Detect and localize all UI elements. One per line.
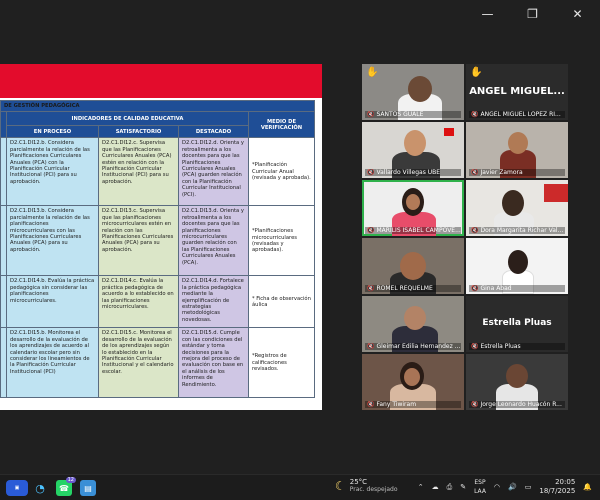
participant-tile[interactable]: 🔇 Gleimar Edilia Hernandez ... (362, 296, 464, 352)
cell-proceso: D2.C1.DI12.b. Considera parcialmente la … (6, 137, 99, 207)
table-row: D2.C1.DI15.b. Monitorea el desarrollo de… (0, 327, 315, 399)
header-en-proceso: EN PROCESO (6, 125, 99, 139)
participant-tile[interactable]: 🔇 Gina Abad (466, 238, 568, 294)
mic-muted-icon: 🔇 (471, 227, 479, 234)
cell-medio: *Planificaciones microcurriculares (revi… (248, 205, 315, 277)
mic-muted-icon: 🔇 (471, 285, 479, 292)
onedrive-icon[interactable]: ☁ (432, 483, 439, 491)
participant-name: Dora Margarita Richar Val... (480, 227, 564, 234)
cell-medio: *Registros de calificaciones revisados. (248, 327, 315, 399)
app-icon[interactable]: ▤ (80, 480, 96, 496)
mic-muted-icon: 🔇 (471, 401, 479, 408)
participant-tile[interactable]: ✋ 🔇 SANTOS GUALE (362, 64, 464, 120)
chevron-up-icon[interactable]: ⌃ (418, 483, 424, 491)
mic-muted-icon: 🔇 (471, 343, 479, 350)
window-controls: — ❐ ✕ (465, 0, 600, 28)
shared-screen: DE GESTIÓN PEDAGÓGICA INDICADORES DE CAL… (0, 64, 322, 410)
cell-medio: *Planificación Curricular Anual (revisad… (248, 137, 315, 207)
weather-icon: ☾ (335, 478, 346, 493)
cell-medio: * Ficha de observación áulica (248, 275, 315, 329)
table-row: D2.C1.DI12.b. Considera parcialmente la … (0, 137, 315, 207)
mic-muted-icon: 🔇 (367, 401, 375, 408)
mic-muted-icon: 🔇 (471, 111, 479, 118)
close-icon[interactable]: ✕ (555, 0, 600, 28)
table-row: D2.C1.DI13.b. Considera parcialmente la … (0, 205, 315, 277)
participant-gallery: ✋ 🔇 SANTOS GUALE ✋ ANGEL MIGUEL... 🔇 ANGEL… (362, 64, 568, 410)
language-indicator[interactable]: ESP LAA (474, 478, 486, 496)
weather-widget[interactable]: ☾ 25°C Prac. despejado (335, 478, 397, 493)
table-row: D2.C1.DI14.b. Evalúa la práctica pedagóg… (0, 275, 315, 329)
cell-proceso: D2.C1.DI15.b. Monitorea el desarrollo de… (6, 327, 99, 399)
cell-destacado: D2.C1.DI13.d. Orienta y retroalimenta a … (178, 205, 249, 277)
participant-name: Jorge Leonardo Huacón R... (480, 401, 562, 408)
cell-proceso: D2.C1.DI14.b. Evalúa la práctica pedagóg… (6, 275, 99, 329)
taskbar: ▣ ◔ ☎ 12 ▤ ☾ 25°C Prac. despejado ⌃ ☁ ⎙ ✎… (0, 474, 600, 500)
participant-name: Estrella Pluas (480, 343, 521, 350)
participant-name: MARILIS ISABEL CAMPOVE... (376, 227, 461, 234)
edge-browser-icon[interactable]: ◔ (32, 480, 48, 496)
participant-tile[interactable]: 🔇 ROMEL REQUELME (362, 238, 464, 294)
participant-name: Vallardo Villegas UBE (376, 169, 441, 176)
group-header: INDICADORES DE CALIDAD EDUCATIVA (6, 111, 249, 127)
participant-tile[interactable]: 🔇 Javier Zamora (466, 122, 568, 178)
participant-tile[interactable]: 🔇 Vallardo Villegas UBE (362, 122, 464, 178)
cell-satisfactorio: D2.C1.DI14.c. Evalúa la práctica pedagóg… (98, 275, 179, 329)
mic-muted-icon: 🔇 (367, 343, 375, 350)
participant-display-name: Estrella Pluas (482, 318, 552, 328)
raised-hand-icon: ✋ (470, 67, 483, 78)
participant-name: Fany Tiwiram (376, 401, 417, 408)
raised-hand-icon: ✋ (366, 67, 379, 78)
weather-condition: Prac. despejado (349, 486, 398, 493)
meeting-window: — ❐ ✕ DE GESTIÓN PEDAGÓGICA INDICADORES … (0, 0, 600, 474)
cell-satisfactorio: D2.C1.DI13.c. Supervisa que las planific… (98, 205, 179, 277)
whatsapp-icon[interactable]: ☎ 12 (56, 477, 76, 496)
participant-display-name: ANGEL MIGUEL... (469, 86, 565, 97)
participant-name: SANTOS GUALE (376, 111, 424, 118)
participant-name: Javier Zamora (480, 169, 523, 176)
clock-time: 20:05 (555, 478, 576, 486)
clock[interactable]: 20:05 18/7/2025 (539, 478, 575, 496)
samsung-icon[interactable]: ▣ (6, 480, 28, 496)
header-medio: MEDIO DE VERIFICACIÓN (248, 111, 315, 139)
participant-tile[interactable]: ✋ ANGEL MIGUEL... 🔇 ANGEL MIGUEL LOPEZ RI… (466, 64, 568, 120)
notification-badge: 12 (65, 477, 76, 483)
participant-name: Gleimar Edilia Hernandez ... (376, 343, 461, 350)
restore-icon[interactable]: ❐ (510, 0, 555, 28)
wifi-icon[interactable]: ◠ (494, 483, 500, 491)
participant-tile[interactable]: 🔇 Fany Tiwiram (362, 354, 464, 410)
mic-muted-icon: 🔇 (367, 111, 375, 118)
mic-muted-icon: 🔇 (367, 227, 375, 234)
battery-icon[interactable]: ▭ (525, 483, 532, 491)
cell-destacado: D2.C1.DI14.d. Fortalece la práctica peda… (178, 275, 249, 329)
participant-tile[interactable]: Estrella Pluas 🔇 Estrella Pluas (466, 296, 568, 352)
participant-name: ANGEL MIGUEL LOPEZ RI... (480, 111, 561, 118)
section-title: DE GESTIÓN PEDAGÓGICA (0, 99, 315, 113)
mic-muted-icon: 🔇 (367, 169, 375, 176)
indicators-table: DE GESTIÓN PEDAGÓGICA INDICADORES DE CAL… (0, 99, 315, 399)
participant-name: ROMEL REQUELME (376, 285, 433, 292)
header-destacado: DESTACADO (178, 125, 249, 139)
cell-satisfactorio: D2.C1.DI15.c. Monitorea el desarrollo de… (98, 327, 179, 399)
participant-name: Gina Abad (480, 285, 512, 292)
volume-icon[interactable]: 🔊 (508, 483, 517, 491)
pen-icon[interactable]: ✎ (460, 483, 466, 491)
participant-tile[interactable]: 🔇 Dora Margarita Richar Val... (466, 180, 568, 236)
clock-date: 18/7/2025 (539, 487, 576, 495)
participant-tile-active[interactable]: 🔇 MARILIS ISABEL CAMPOVE... (362, 180, 464, 236)
cell-destacado: D2.C1.DI12.d. Orienta y retroalimenta a … (178, 137, 249, 207)
cell-satisfactorio: D2.C1.DI12.c. Supervisa que las Planific… (98, 137, 179, 207)
cell-destacado: D2.C1.DI15.d. Cumple con las condiciones… (178, 327, 249, 399)
weather-temp: 25°C (349, 478, 368, 486)
system-tray: ⌃ ☁ ⎙ ✎ ESP LAA ◠ 🔊 ▭ 20:05 18/7/2025 🔔 (418, 478, 592, 496)
cell-proceso: D2.C1.DI13.b. Considera parcialmente la … (6, 205, 99, 277)
mic-muted-icon: 🔇 (367, 285, 375, 292)
slide-header-band (0, 64, 322, 98)
participant-tile[interactable]: 🔇 Jorge Leonardo Huacón R... (466, 354, 568, 410)
printer-icon[interactable]: ⎙ (447, 483, 453, 492)
header-satisfactorio: SATISFACTORIO (98, 125, 179, 139)
mic-muted-icon: 🔇 (471, 169, 479, 176)
minimize-icon[interactable]: — (465, 0, 510, 28)
notifications-icon[interactable]: 🔔 (583, 483, 592, 491)
